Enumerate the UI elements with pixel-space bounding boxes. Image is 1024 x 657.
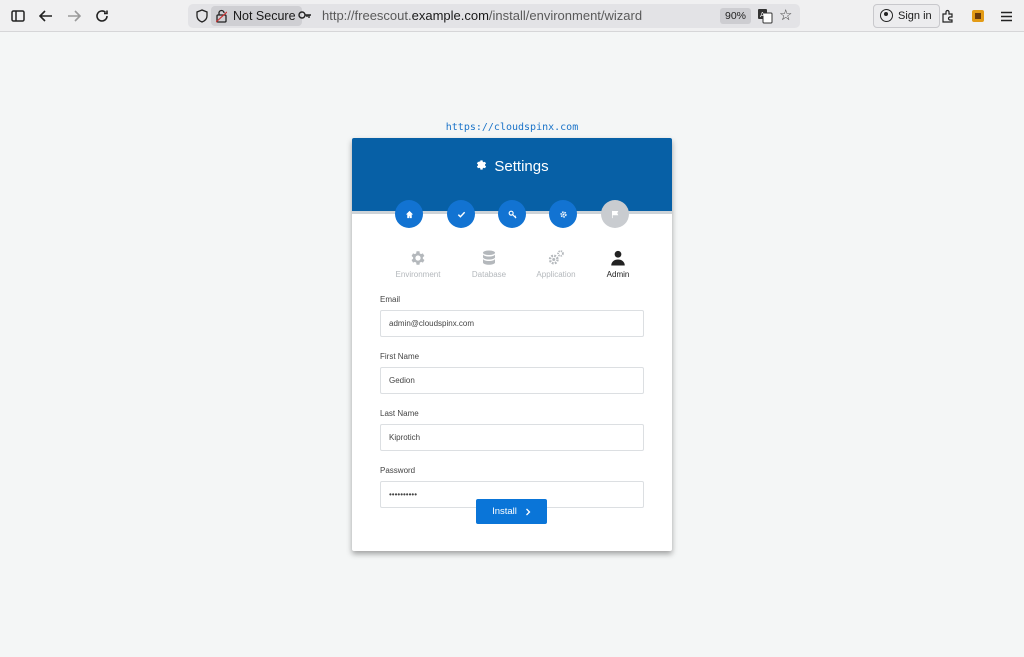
email-label: Email — [380, 295, 401, 304]
gears-icon — [548, 250, 564, 265]
menu-icon[interactable] — [996, 6, 1016, 26]
account-icon — [880, 9, 893, 22]
extensions-icon[interactable] — [938, 6, 958, 26]
check-icon — [457, 211, 465, 218]
tab-label: Environment — [395, 270, 441, 279]
first-name-label: First Name — [380, 352, 420, 361]
shield-icon[interactable] — [193, 7, 211, 25]
tab-admin[interactable]: Admin — [583, 249, 653, 279]
last-name-field[interactable] — [380, 424, 644, 451]
insecure-lock-icon — [215, 9, 228, 29]
first-name-field[interactable] — [380, 367, 644, 394]
settings-card: Settings Environment Database Applicatio… — [352, 138, 672, 551]
database-icon — [483, 250, 495, 265]
install-label: Install — [492, 506, 517, 517]
url-domain: example.com — [411, 8, 489, 23]
browser-toolbar: Not Secure http://freescout.example.com/… — [0, 0, 1024, 32]
security-indicator[interactable]: Not Secure — [211, 6, 302, 26]
admin-form: Email First Name Last Name Password — [380, 295, 644, 523]
svg-text:A: A — [760, 11, 765, 19]
translate-icon[interactable]: A — [757, 8, 773, 24]
bookmark-star-icon[interactable]: ☆ — [779, 6, 792, 24]
url-prefix: http://freescout. — [322, 8, 412, 23]
step-flag[interactable] — [601, 200, 629, 228]
flag-icon — [611, 210, 618, 218]
step-key[interactable] — [498, 200, 526, 228]
key-icon — [508, 210, 517, 219]
site-link[interactable]: https://cloudspinx.com — [0, 122, 1024, 133]
sign-in-button[interactable]: Sign in — [873, 4, 940, 28]
install-button[interactable]: Install — [476, 499, 547, 524]
user-icon — [611, 250, 625, 266]
forward-icon[interactable] — [64, 6, 84, 26]
tab-label: Admin — [606, 270, 630, 279]
page-title: Settings — [352, 158, 672, 177]
zoom-indicator[interactable]: 90% — [720, 8, 752, 24]
security-label: Not Secure — [233, 9, 296, 23]
tab-database[interactable]: Database — [454, 249, 524, 279]
reload-icon[interactable] — [92, 6, 112, 26]
home-icon — [405, 210, 413, 218]
email-field[interactable] — [380, 310, 644, 337]
title-text: Settings — [494, 158, 549, 175]
gear-icon — [559, 210, 567, 218]
sidebar-toggle-icon[interactable] — [8, 6, 28, 26]
wizard-tabs: Environment Database Application Admin — [352, 249, 672, 289]
tab-application[interactable]: Application — [521, 249, 591, 279]
key-icon[interactable] — [298, 9, 312, 23]
back-icon[interactable] — [36, 6, 56, 26]
url-path: /install/environment/wizard — [488, 8, 643, 23]
step-gear[interactable] — [549, 200, 577, 228]
chevron-right-icon — [525, 508, 531, 515]
gear-icon — [475, 159, 488, 177]
gear-icon — [411, 251, 425, 265]
step-home[interactable] — [395, 200, 423, 228]
password-label: Password — [380, 466, 416, 475]
tab-label: Database — [471, 270, 507, 279]
extension-app-icon[interactable] — [968, 6, 988, 26]
step-check[interactable] — [447, 200, 475, 228]
last-name-label: Last Name — [380, 409, 419, 418]
tab-label: Application — [536, 270, 576, 279]
address-bar[interactable]: Not Secure http://freescout.example.com/… — [188, 4, 800, 28]
url-text[interactable]: http://freescout.example.com/install/env… — [322, 4, 642, 28]
tab-environment[interactable]: Environment — [383, 249, 453, 279]
sign-in-label: Sign in — [898, 10, 932, 22]
